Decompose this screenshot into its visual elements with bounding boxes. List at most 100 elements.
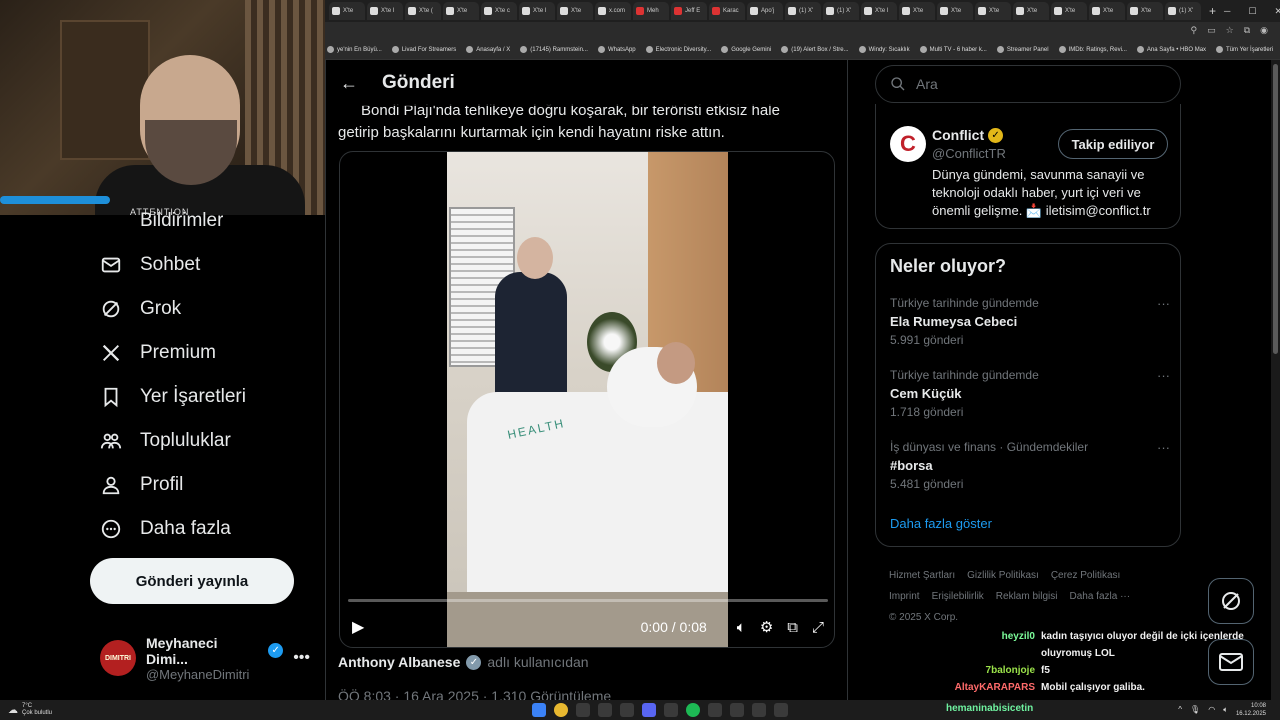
all-bookmarks-folder[interactable]: Tüm Yer İşaretleri xyxy=(1216,46,1280,53)
bookmark-item[interactable]: ye'nin En Büyü... xyxy=(327,46,382,53)
bookmark-item[interactable]: WhatsApp xyxy=(597,46,636,53)
nav-item-profil[interactable]: Profil xyxy=(90,463,325,507)
fullscreen-icon[interactable]: ⤢ xyxy=(812,619,824,636)
chrome-icon[interactable] xyxy=(554,703,568,717)
maximize-button[interactable]: ☐ xyxy=(1248,6,1256,17)
nav-item-grok[interactable]: Grok xyxy=(90,287,325,331)
close-window-button[interactable]: ✕ xyxy=(1274,6,1280,17)
nav-item-sohbet[interactable]: Sohbet xyxy=(90,243,325,287)
following-button[interactable]: Takip ediliyor xyxy=(1058,129,1168,159)
bookmark-item[interactable]: IMDb: Ratings, Revi... xyxy=(1058,46,1127,53)
browser-tab[interactable]: X'te xyxy=(329,2,365,20)
new-tab-button[interactable]: + xyxy=(1203,4,1222,18)
video-progress-bar[interactable] xyxy=(348,599,828,602)
browser-tab[interactable]: X'te I xyxy=(367,2,403,20)
browser-tab[interactable]: X'te I xyxy=(861,2,897,20)
taskbar-app-icon[interactable] xyxy=(664,703,678,717)
taskbar-app-icon[interactable] xyxy=(598,703,612,717)
bookmark-item[interactable]: Multi TV - 6 haber k... xyxy=(919,46,987,53)
page-scrollbar[interactable] xyxy=(1271,60,1280,700)
nav-item-premium[interactable]: Premium xyxy=(90,331,325,375)
account-switcher[interactable]: DIMITRI Meyhaneci Dimi... ✓ @MeyhaneDimi… xyxy=(100,635,310,682)
bookmark-item[interactable]: Windy: Sıcaklık xyxy=(858,46,910,53)
nav-item-yer-i-aretleri[interactable]: Yer İşaretleri xyxy=(90,375,325,419)
video-frame[interactable]: HEALTH xyxy=(447,152,728,647)
cast-icon[interactable]: ▭ xyxy=(1207,25,1216,36)
trend-item[interactable]: Türkiye tarihinde gündemde Ela Rumeysa Ce… xyxy=(890,296,1170,347)
nav-item-notifications[interactable]: Bildirimler xyxy=(100,210,223,232)
taskbar-app-icon[interactable] xyxy=(730,703,744,717)
taskbar-app-icon[interactable] xyxy=(774,703,788,717)
minimize-button[interactable]: ─ xyxy=(1224,6,1230,17)
browser-tab[interactable]: X'te xyxy=(1089,2,1125,20)
browser-tab[interactable]: X'te xyxy=(899,2,935,20)
browser-tab[interactable]: (1) X' xyxy=(1165,2,1201,20)
settings-gear-icon[interactable]: ⚙ xyxy=(760,618,773,636)
nav-item-daha-fazla[interactable]: Daha fazla xyxy=(90,507,325,551)
footer-link[interactable]: Erişilebilirlik xyxy=(932,591,984,602)
browser-tab[interactable]: (1) X' xyxy=(785,2,821,20)
search-input[interactable]: Ara xyxy=(875,65,1181,103)
browser-tab[interactable]: X'te xyxy=(937,2,973,20)
browser-tab[interactable]: x.com xyxy=(595,2,631,20)
post-button[interactable]: Gönderi yayınla xyxy=(90,558,294,604)
zoom-icon[interactable]: ⚲ xyxy=(1191,25,1198,36)
more-dots-icon[interactable]: ··· xyxy=(1157,368,1170,383)
footer-link[interactable]: Hizmet Şartları xyxy=(889,570,955,581)
browser-tab[interactable]: X'te xyxy=(975,2,1011,20)
bookmark-item[interactable]: Livad For Streamers xyxy=(391,46,456,53)
taskbar-app-icon[interactable] xyxy=(752,703,766,717)
browser-tab[interactable]: Meh xyxy=(633,2,669,20)
browser-tab[interactable]: X'te xyxy=(1127,2,1163,20)
bookmark-item[interactable]: Anasayfa / X xyxy=(466,46,510,53)
bookmark-item[interactable]: Ana Sayfa • HBO Max xyxy=(1136,46,1206,53)
chevron-up-icon[interactable]: ^ xyxy=(1178,705,1182,715)
trend-item[interactable]: Türkiye tarihinde gündemde Cem Küçük 1.718… xyxy=(890,368,1170,419)
back-arrow-icon[interactable]: ← xyxy=(340,73,358,94)
taskbar-app-icon[interactable] xyxy=(576,703,590,717)
profile-name[interactable]: Conflict ✓ xyxy=(932,127,1004,143)
browser-tab[interactable]: X'te c xyxy=(481,2,517,20)
bookmark-item[interactable]: Google Gemini xyxy=(721,46,771,53)
browser-tab[interactable]: X'te xyxy=(1051,2,1087,20)
browser-tab[interactable]: X'te xyxy=(1013,2,1049,20)
footer-link[interactable]: Reklam bilgisi xyxy=(996,591,1058,602)
steam-icon[interactable] xyxy=(620,703,634,717)
bookmark-item[interactable]: (19) Alert Box / Stre... xyxy=(781,46,849,53)
extensions-icon[interactable]: ⧉ xyxy=(1244,25,1250,36)
browser-tab[interactable]: X'te xyxy=(557,2,593,20)
spotify-icon[interactable] xyxy=(686,703,700,717)
bookmark-star-icon[interactable]: ☆ xyxy=(1226,25,1234,36)
browser-tab[interactable]: X'te xyxy=(443,2,479,20)
browser-tab[interactable]: X'te I xyxy=(519,2,555,20)
speaker-icon[interactable]: 🔈︎ xyxy=(1223,705,1228,715)
play-icon[interactable]: ▶ xyxy=(352,617,364,637)
wifi-icon[interactable]: ◠ xyxy=(1208,705,1215,715)
browser-tab[interactable]: Apo'j xyxy=(747,2,783,20)
bookmark-item[interactable]: (17145) Rammstein... xyxy=(520,46,588,53)
weather-widget[interactable]: ☁ 7°C Çok bulutlu xyxy=(0,703,52,717)
bookmark-item[interactable]: Streamer Panel xyxy=(996,46,1049,53)
pip-icon[interactable]: ⧉ xyxy=(787,619,798,636)
trend-item[interactable]: İş dünyası ve finans · Gündemdekiler #bor… xyxy=(890,440,1170,491)
taskbar-clock[interactable]: 10:08 16.12.2025 xyxy=(1236,702,1266,718)
browser-tab[interactable]: Karac xyxy=(709,2,745,20)
grok-button[interactable] xyxy=(1208,578,1254,624)
nav-item-topluluklar[interactable]: Topluluklar xyxy=(90,419,325,463)
conflict-logo[interactable]: C xyxy=(890,126,926,162)
footer-link[interactable]: Imprint xyxy=(889,591,920,602)
discord-icon[interactable] xyxy=(642,703,656,717)
volume-icon[interactable]: 🔈︎ xyxy=(737,619,746,636)
more-dots-icon[interactable]: ··· xyxy=(1157,296,1170,311)
show-more-link[interactable]: Daha fazla göster xyxy=(890,516,992,531)
more-dots-icon[interactable]: ··· xyxy=(1157,440,1170,455)
more-dots-icon[interactable]: ••• xyxy=(293,649,310,667)
taskbar-app-icon[interactable] xyxy=(708,703,722,717)
footer-link[interactable]: Daha fazla ··· xyxy=(1069,591,1130,602)
profile-menu-icon[interactable]: ◉ xyxy=(1260,25,1268,36)
video-author-name[interactable]: Anthony Albanese xyxy=(338,654,460,670)
mic-icon[interactable]: 🎙︎ xyxy=(1190,705,1200,715)
scrollbar-thumb[interactable] xyxy=(1273,64,1278,354)
bookmark-item[interactable]: Electronic Diversity... xyxy=(645,46,711,53)
footer-link[interactable]: Gizlilik Politikası xyxy=(967,570,1039,581)
